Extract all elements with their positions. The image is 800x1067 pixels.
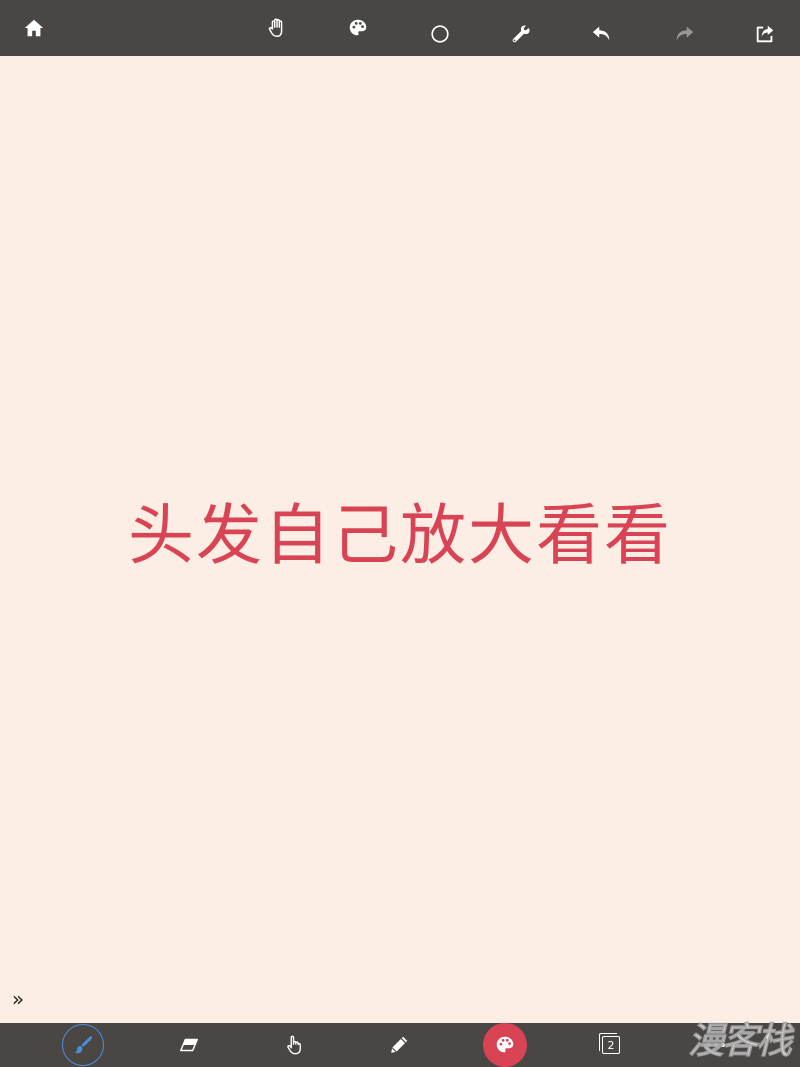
palette-icon — [349, 19, 367, 36]
wrench-icon — [512, 25, 530, 43]
home-button[interactable] — [14, 8, 54, 48]
finger-icon — [287, 1035, 301, 1055]
drawing-canvas[interactable]: 头发自己放大看看 — [0, 56, 800, 1023]
hand-tool-button[interactable] — [257, 8, 297, 48]
settings-button[interactable] — [501, 14, 541, 54]
eraser-tool-button[interactable] — [167, 1025, 211, 1065]
redo-icon — [676, 26, 694, 41]
undo-button[interactable] — [582, 14, 622, 54]
eraser-icon — [180, 1038, 198, 1052]
expand-panel-toggle[interactable]: » — [6, 986, 30, 1012]
share-button[interactable] — [745, 14, 785, 54]
layers-button[interactable]: 2 — [589, 1025, 633, 1065]
pencil-tool-button[interactable] — [377, 1025, 421, 1065]
color-palette-button[interactable] — [338, 8, 378, 48]
circle-icon — [431, 25, 449, 43]
layer-count: 2 — [607, 1038, 615, 1052]
finger-tool-button[interactable] — [272, 1025, 316, 1065]
undo-icon — [592, 26, 610, 41]
bottom-toolbar: 2 — [0, 1023, 800, 1067]
more-button[interactable] — [694, 1025, 738, 1065]
redo-button[interactable] — [664, 14, 704, 54]
more-icon — [707, 1043, 725, 1047]
color-picker-button[interactable] — [483, 1023, 527, 1067]
shape-tool-button[interactable] — [420, 14, 460, 54]
canvas-text: 头发自己放大看看 — [128, 497, 672, 574]
layers-icon: 2 — [599, 1033, 620, 1054]
share-icon — [756, 25, 774, 43]
brush-tool-button[interactable] — [62, 1024, 104, 1066]
home-icon — [24, 19, 44, 37]
pencil-icon — [391, 1036, 408, 1053]
brush-icon — [74, 1036, 93, 1054]
palette-icon — [496, 1036, 514, 1053]
hand-icon — [268, 18, 283, 37]
top-toolbar — [0, 0, 800, 56]
